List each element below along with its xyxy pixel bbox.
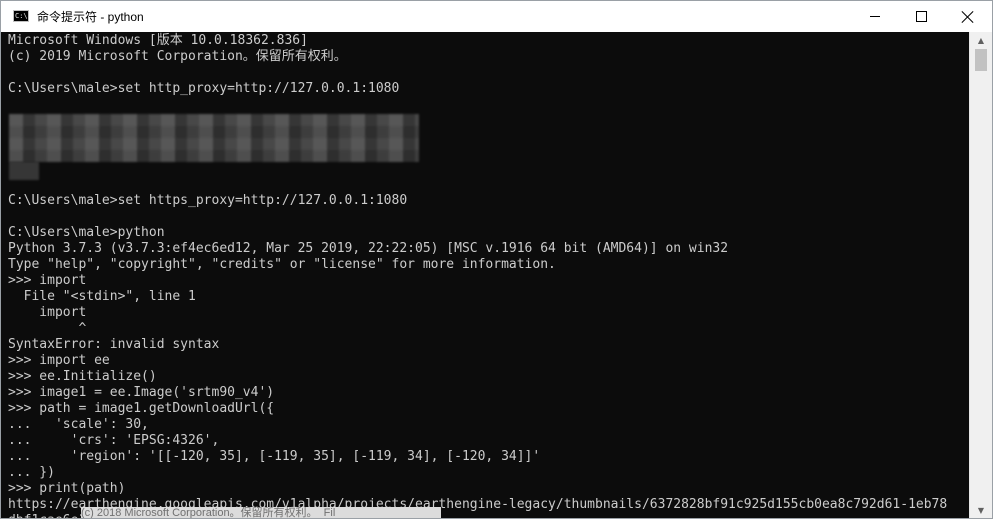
console-line: >>> image1 = ee.Image('srtm90_v4'): [8, 385, 275, 400]
console-line: >>> path = image1.getDownloadUrl({: [8, 401, 275, 416]
redacted-text-block-small: [9, 162, 39, 180]
console-line: ... 'scale': 30,: [8, 417, 149, 432]
console-line: C:\Users\male>set https_proxy=http://127…: [8, 193, 408, 208]
cmd-icon-glyph: C:\: [15, 12, 28, 20]
console-line: ... }): [8, 465, 55, 480]
vertical-scrollbar[interactable]: ▲ ▼: [969, 32, 992, 518]
window-title: 命令提示符 - python: [37, 10, 144, 24]
console-line: ... 'region': '[[-120, 35], [-119, 35], …: [8, 449, 541, 464]
console-line: >>> ee.Initialize(): [8, 369, 157, 384]
console-line: C:\Users\male>python: [8, 225, 165, 240]
command-prompt-window: C:\ 命令提示符 - python Microsoft Windows [版本…: [0, 0, 993, 519]
console-line: C:\Users\male>set http_proxy=http://127.…: [8, 81, 400, 96]
console-line: >>> import: [8, 273, 87, 288]
console-line: ... 'crs': 'EPSG:4326',: [8, 433, 220, 448]
console-line: import: [8, 305, 87, 320]
title-bar[interactable]: C:\ 命令提示符 - python: [1, 1, 992, 32]
redacted-text-block: [9, 114, 419, 162]
console-line: ^: [8, 321, 87, 336]
maximize-button[interactable]: [898, 1, 944, 32]
console-line: >>> import ee: [8, 353, 110, 368]
console-line: File "<stdin>", line 1: [8, 289, 196, 304]
background-window-text: (c) 2018 Microsoft Corporation。保留所有权利。 F…: [81, 507, 441, 518]
cmd-icon[interactable]: C:\: [13, 10, 29, 22]
console-line: Microsoft Windows [版本 10.0.18362.836]: [8, 33, 308, 48]
scroll-up-arrow-icon[interactable]: ▲: [970, 32, 992, 49]
close-button[interactable]: [944, 1, 992, 32]
console-output[interactable]: Microsoft Windows [版本 10.0.18362.836] (c)…: [1, 32, 969, 518]
console-line: >>> print(path): [8, 481, 126, 496]
console-lines: Microsoft Windows [版本 10.0.18362.836] (c)…: [8, 33, 947, 518]
console-line: Type "help", "copyright", "credits" or "…: [8, 257, 556, 272]
console-line: (c) 2019 Microsoft Corporation。保留所有权利。: [8, 49, 347, 64]
console-line: SyntaxError: invalid syntax: [8, 337, 220, 352]
minimize-icon: [870, 16, 880, 17]
console-line: Python 3.7.3 (v3.7.3:ef4ec6ed12, Mar 25 …: [8, 241, 729, 256]
maximize-icon: [915, 11, 927, 22]
scroll-thumb[interactable]: [975, 49, 987, 71]
close-icon: [962, 11, 974, 23]
scroll-down-arrow-icon[interactable]: ▼: [970, 502, 992, 518]
minimize-button[interactable]: [852, 1, 898, 32]
